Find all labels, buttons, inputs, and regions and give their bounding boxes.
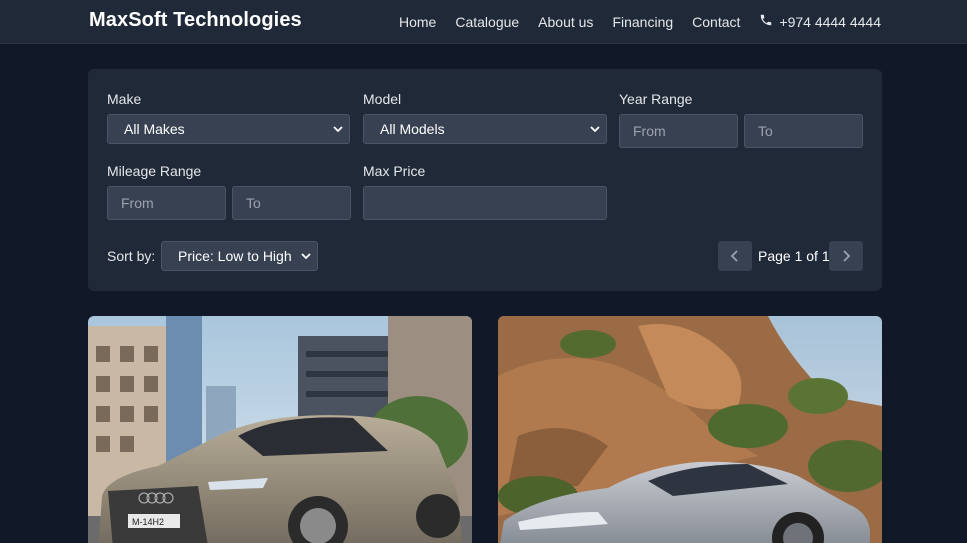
- max-price-input[interactable]: [363, 186, 607, 220]
- listing-card-2[interactable]: [498, 316, 882, 543]
- sort-label: Sort by:: [107, 248, 156, 264]
- model-select[interactable]: All Models: [363, 114, 607, 144]
- year-from-input[interactable]: From: [619, 114, 738, 148]
- phone-number: +974 4444 4444: [779, 13, 881, 30]
- year-to-placeholder: To: [758, 123, 773, 139]
- brand-logo[interactable]: MaxSoft Technologies: [89, 9, 302, 32]
- make-label: Make: [107, 91, 142, 107]
- chevron-left-icon: [730, 250, 738, 262]
- mileage-from-input[interactable]: From: [107, 186, 226, 220]
- mileage-to-input[interactable]: To: [232, 186, 351, 220]
- mileage-to-placeholder: To: [246, 195, 261, 211]
- car-photo-ev: [498, 316, 882, 543]
- car-photo-sedan: M-14H2: [88, 316, 472, 543]
- listing-card-1[interactable]: M-14H2: [88, 316, 472, 543]
- make-select-value: All Makes: [124, 121, 185, 137]
- nav-contact[interactable]: Contact: [692, 14, 740, 30]
- chevron-down-icon: [333, 126, 343, 133]
- chevron-down-icon: [301, 253, 311, 260]
- year-from-placeholder: From: [633, 123, 666, 139]
- year-range-label: Year Range: [619, 91, 693, 107]
- chevron-down-icon: [590, 126, 600, 133]
- mileage-range-label: Mileage Range: [107, 163, 202, 179]
- svg-text:M-14H2: M-14H2: [132, 517, 164, 527]
- phone-link[interactable]: +974 4444 4444: [759, 13, 881, 30]
- sort-select-value: Price: Low to High: [178, 248, 292, 264]
- nav-financing[interactable]: Financing: [612, 14, 673, 30]
- nav-about-us[interactable]: About us: [538, 14, 593, 30]
- next-page-button[interactable]: [829, 241, 863, 271]
- phone-icon: [759, 13, 773, 30]
- model-label: Model: [363, 91, 402, 107]
- filter-panel: Make All Makes Model All Models Year Ran…: [88, 69, 882, 291]
- main-nav: Home Catalogue About us Financing Contac…: [399, 13, 881, 30]
- nav-home[interactable]: Home: [399, 14, 436, 30]
- sort-select[interactable]: Price: Low to High: [161, 241, 318, 271]
- year-to-input[interactable]: To: [744, 114, 863, 148]
- prev-page-button[interactable]: [718, 241, 752, 271]
- max-price-label: Max Price: [363, 163, 426, 179]
- page-indicator: Page 1 of 1: [758, 248, 830, 264]
- chevron-right-icon: [843, 250, 851, 262]
- nav-catalogue[interactable]: Catalogue: [455, 14, 519, 30]
- mileage-from-placeholder: From: [121, 195, 154, 211]
- make-select[interactable]: All Makes: [107, 114, 350, 144]
- top-navbar: MaxSoft Technologies Home Catalogue Abou…: [0, 0, 967, 44]
- model-select-value: All Models: [380, 121, 445, 137]
